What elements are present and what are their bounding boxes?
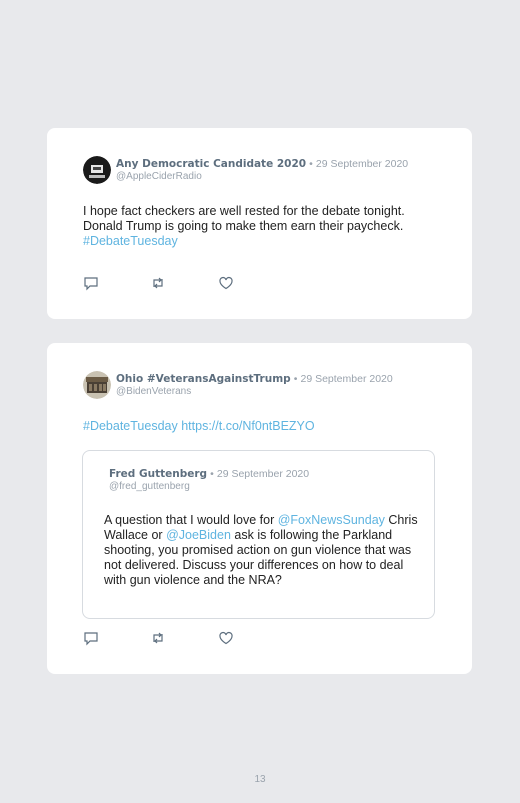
avatar[interactable] (83, 371, 111, 399)
quoted-tweet-text: A question that I would love for @FoxNew… (104, 513, 424, 588)
hashtag-link[interactable]: #DebateTuesday (83, 419, 178, 433)
tweet-date[interactable]: 29 September 2020 (300, 373, 392, 385)
avatar[interactable] (83, 156, 111, 184)
quoted-author-handle[interactable]: @fred_guttenberg (109, 481, 309, 493)
author-handle[interactable]: @AppleCiderRadio (116, 171, 408, 183)
quoted-tweet-header: Fred Guttenberg • 29 September 2020 @fre… (109, 468, 309, 493)
like-icon[interactable] (218, 630, 234, 646)
tweet-actions (83, 275, 243, 291)
tweet-card-2: Ohio #VeteransAgainstTrump • 29 Septembe… (47, 343, 472, 674)
separator: • (309, 158, 313, 170)
separator: • (293, 373, 298, 385)
mention-link[interactable]: @JoeBiden (166, 528, 231, 542)
quoted-tweet[interactable]: Fred Guttenberg • 29 September 2020 @fre… (82, 450, 435, 619)
tweet-card-1: Any Democratic Candidate 2020 • 29 Septe… (47, 128, 472, 319)
author-handle[interactable]: @BidenVeterans (116, 386, 393, 398)
quoted-author-name[interactable]: Fred Guttenberg (109, 468, 207, 480)
author-name[interactable]: Ohio #VeteransAgainstTrump (116, 373, 291, 385)
quoted-text-part: A question that I would love for (104, 513, 275, 527)
quoted-tweet-date[interactable]: 29 September 2020 (217, 468, 309, 480)
author-name[interactable]: Any Democratic Candidate 2020 (116, 158, 306, 170)
tweet-date[interactable]: 29 September 2020 (316, 158, 408, 170)
separator: • (210, 468, 214, 480)
page-number: 13 (254, 774, 266, 785)
reply-icon[interactable] (83, 630, 99, 646)
tweet-header: Any Democratic Candidate 2020 • 29 Septe… (116, 158, 408, 183)
mention-link[interactable]: @FoxNewsSunday (278, 513, 385, 527)
tweet-header: Ohio #VeteransAgainstTrump • 29 Septembe… (116, 373, 393, 398)
retweet-icon[interactable] (150, 630, 166, 646)
tweet-text: #DebateTuesday https://t.co/Nf0ntBEZYO (83, 419, 443, 434)
like-icon[interactable] (218, 275, 234, 291)
hashtag-link[interactable]: #DebateTuesday (83, 234, 178, 248)
retweet-icon[interactable] (150, 275, 166, 291)
reply-icon[interactable] (83, 275, 99, 291)
tweet-text-part: I hope fact checkers are well rested for… (83, 204, 405, 233)
url-link[interactable]: https://t.co/Nf0ntBEZYO (181, 419, 314, 433)
tweet-text: I hope fact checkers are well rested for… (83, 204, 443, 249)
tweet-actions (83, 630, 243, 646)
